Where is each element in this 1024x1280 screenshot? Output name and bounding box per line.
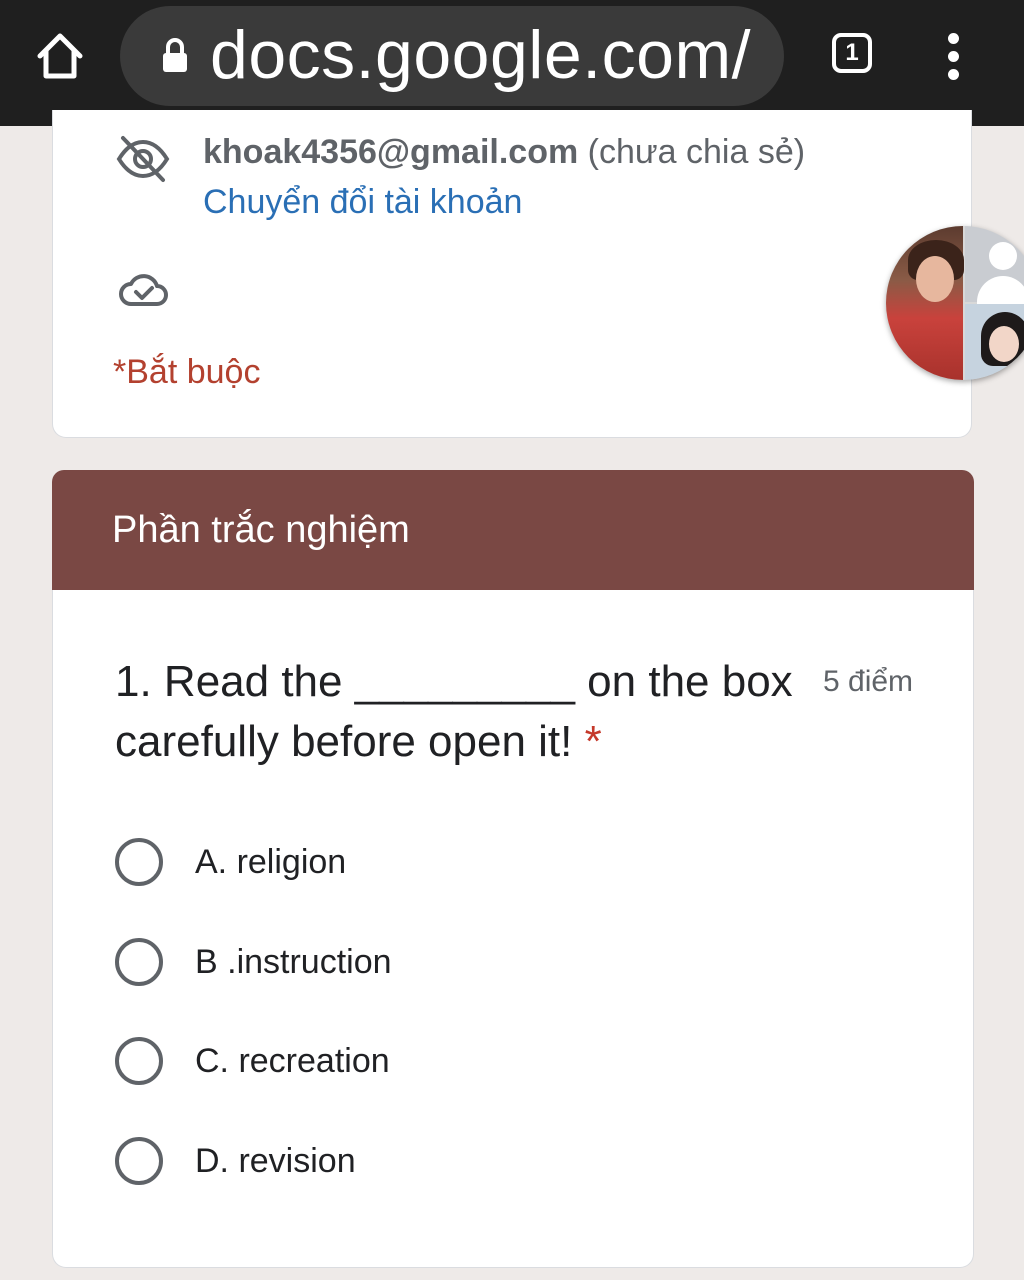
question-card: 1. Read the _________ on the box careful… [52,590,974,1268]
url-bar[interactable]: docs.google.com/ [120,6,784,106]
more-vert-icon[interactable] [938,33,970,81]
radio-button[interactable] [115,938,163,986]
account-card: khoak4356@gmail.com (chưa chia sẻ) Chuyể… [52,110,972,438]
radio-button[interactable] [115,1137,163,1185]
eye-off-icon [115,134,171,184]
avatar [965,304,1024,380]
section-header: Phần trắc nghiệm [52,470,974,590]
option-label[interactable]: B .instruction [195,942,392,982]
share-status: (chưa chia sẻ) [587,133,806,171]
option-label[interactable]: D. revision [195,1141,356,1181]
option-b[interactable]: B .instruction [115,934,815,990]
account-email-line: khoak4356@gmail.com (chưa chia sẻ) [203,132,805,172]
cloud-done-icon [117,270,171,310]
chat-avatar-bubble[interactable] [886,226,1024,380]
default-avatar-icon [965,226,1024,316]
switch-account-link[interactable]: Chuyển đổi tài khoản [203,182,522,222]
question-points: 5 điểm [823,665,914,698]
section-title: Phần trắc nghiệm [112,509,410,551]
required-note: *Bắt buộc [113,353,261,391]
question-text: 1. Read the _________ on the box careful… [115,657,793,766]
browser-toolbar: docs.google.com/ 1 [0,0,1024,126]
avatar [886,226,964,380]
radio-button[interactable] [115,838,163,886]
tabs-icon[interactable]: 1 [832,33,872,73]
option-a[interactable]: A. religion [115,834,815,890]
option-d[interactable]: D. revision [115,1133,815,1189]
option-c[interactable]: C. recreation [115,1033,815,1089]
lock-icon [160,36,190,76]
option-label[interactable]: C. recreation [195,1041,390,1081]
question-title: 1. Read the _________ on the box careful… [115,652,795,772]
url-text[interactable]: docs.google.com/ [210,20,751,90]
required-star: * [584,717,602,766]
option-label[interactable]: A. religion [195,842,346,882]
account-email: khoak4356@gmail.com [203,133,579,171]
radio-button[interactable] [115,1037,163,1085]
home-icon[interactable] [30,26,90,86]
